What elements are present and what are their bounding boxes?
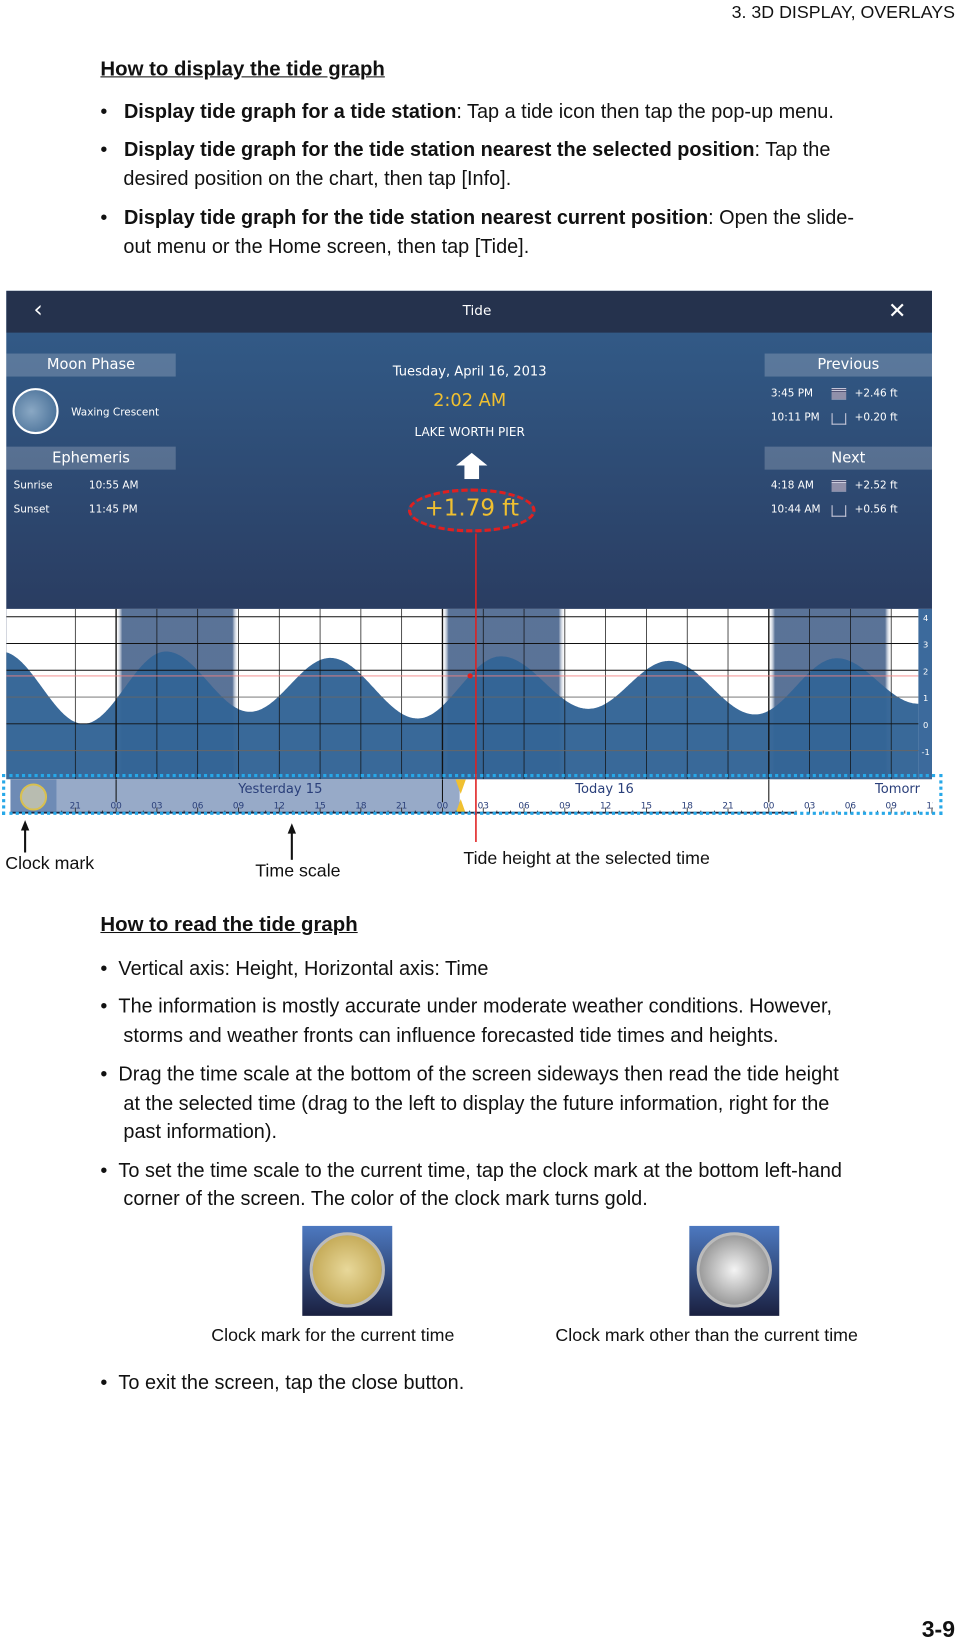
clock-arrowhead	[20, 820, 30, 831]
time-scale-arrowhead	[287, 823, 297, 834]
callout-tide-height: Tide height at the selected time	[463, 848, 710, 869]
read-bullet-5: • To exit the screen, tap the close butt…	[100, 1372, 465, 1395]
clock-gold-image	[302, 1225, 393, 1316]
caption-other: Clock mark other than the current time	[555, 1325, 858, 1346]
read-bullet-3-cont1: at the selected time (drag to the left t…	[123, 1093, 830, 1116]
read-bullet-5-text: To exit the screen, tap the close button…	[118, 1372, 465, 1395]
clock-gold-icon	[309, 1232, 385, 1308]
read-bullet-4: • To set the time scale to the current t…	[100, 1160, 842, 1182]
read-bullet-3: • Drag the time scale at the bottom of t…	[100, 1063, 839, 1086]
read-bullet-4-cont: corner of the screen. The color of the c…	[123, 1188, 648, 1211]
page-number: 3-9	[921, 1616, 955, 1643]
callout-clock-mark: Clock mark	[5, 853, 95, 874]
read-bullet-2-text: The information is mostly accurate under…	[118, 995, 833, 1018]
read-bullet-3-cont2: past information).	[123, 1121, 277, 1144]
read-bullet-3-text: Drag the time scale at the bottom of the…	[118, 1063, 839, 1086]
section-title-read: How to read the tide graph	[100, 913, 358, 937]
callout-arrows	[20, 533, 477, 860]
read-bullet-1: • Vertical axis: Height, Horizontal axis…	[100, 958, 489, 981]
manual-page: 3. 3D DISPLAY, OVERLAYS How to display t…	[0, 0, 955, 1643]
caption-current: Clock mark for the current time	[211, 1325, 455, 1346]
read-bullet-1-text: Vertical axis: Height, Horizontal axis: …	[118, 958, 489, 981]
read-bullet-4-text: To set the time scale to the current tim…	[118, 1160, 842, 1182]
read-bullet-2-cont: storms and weather fronts can influence …	[123, 1025, 779, 1048]
read-bullet-2: • The information is mostly accurate und…	[100, 995, 833, 1018]
clock-silver-image	[689, 1225, 780, 1316]
callout-time-scale: Time scale	[255, 860, 341, 881]
clock-silver-icon	[696, 1232, 772, 1308]
